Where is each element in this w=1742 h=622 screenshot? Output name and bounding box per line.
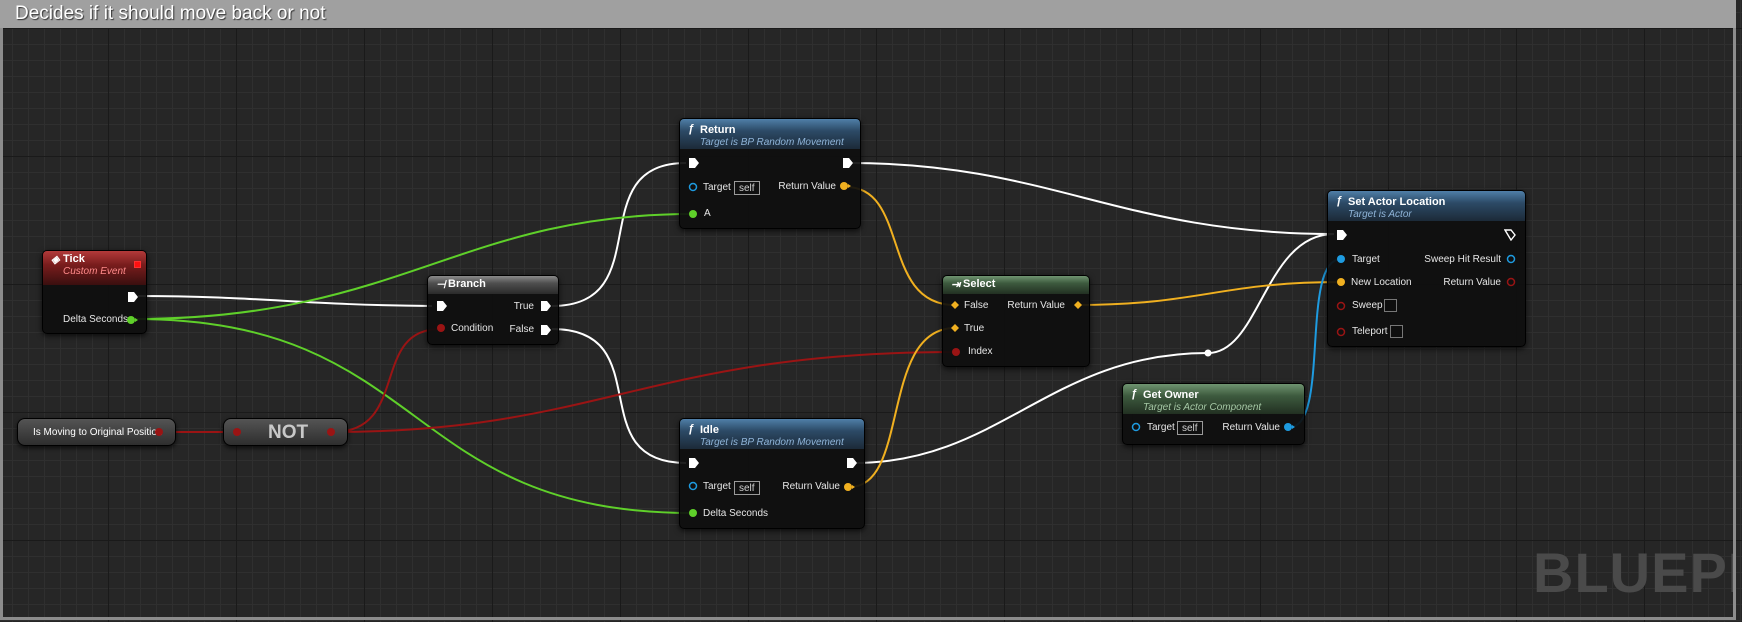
- target-pin[interactable]: [688, 481, 700, 493]
- false-exec-pin[interactable]: [540, 324, 552, 336]
- true-exec-pin[interactable]: [540, 300, 552, 312]
- sweep-hit-result-pin[interactable]: [1506, 254, 1518, 266]
- false-option-pin[interactable]: [950, 300, 962, 312]
- delta-seconds-pin[interactable]: [688, 508, 700, 520]
- branch-node[interactable]: ⊣ Branch Condition True False: [427, 275, 559, 345]
- exec-in-pin[interactable]: [688, 157, 700, 169]
- target-label: Target: [703, 182, 731, 193]
- target-label: Target: [703, 481, 731, 492]
- a-pin[interactable]: [688, 209, 700, 221]
- sweep-label: Sweep: [1352, 300, 1383, 311]
- teleport-checkbox[interactable]: [1390, 325, 1403, 338]
- function-icon: ƒ: [688, 123, 695, 135]
- condition-label: Condition: [451, 323, 494, 334]
- sweep-pin[interactable]: [1336, 301, 1348, 313]
- bool-out-pin[interactable]: [154, 427, 166, 439]
- return-value-pin[interactable]: [839, 181, 851, 193]
- true-option-pin[interactable]: [950, 323, 962, 335]
- is-moving-variable-node[interactable]: Is Moving to Original Position: [17, 418, 176, 446]
- exec-in-pin[interactable]: [1336, 229, 1348, 241]
- target-pin[interactable]: [688, 182, 700, 194]
- target-pin[interactable]: [1336, 254, 1348, 266]
- exec-out-pin[interactable]: [1504, 229, 1516, 241]
- bool-in-pin[interactable]: [232, 427, 244, 439]
- return-value-label: Return Value: [1443, 277, 1501, 288]
- reroute-knot: [1204, 349, 1212, 357]
- exec-wire: [551, 328, 687, 464]
- teleport-label: Teleport: [1352, 326, 1388, 337]
- function-icon: ƒ: [688, 423, 695, 435]
- return-value-pin[interactable]: [1073, 300, 1085, 312]
- target-label: Target: [1352, 254, 1380, 265]
- exec-in-pin[interactable]: [436, 300, 448, 312]
- vector-wire: [1076, 281, 1342, 306]
- new-location-label: New Location: [1351, 277, 1412, 288]
- sweep-checkbox[interactable]: [1384, 299, 1397, 312]
- select-node[interactable]: ⇥ Select False Return Value True Index: [942, 275, 1090, 367]
- tick-event-node[interactable]: ◈ Tick Custom Event Delta Seconds: [42, 250, 147, 334]
- select-icon: ⇥: [951, 279, 961, 291]
- return-value-pin[interactable]: [843, 482, 855, 494]
- false-label: False: [509, 324, 534, 335]
- not-label: NOT: [268, 422, 309, 443]
- delegate-pin[interactable]: [134, 261, 141, 268]
- target-self-field[interactable]: self: [734, 181, 760, 195]
- return-value-label: Return Value: [1007, 300, 1065, 311]
- index-label: Index: [968, 346, 993, 357]
- bool-out-pin[interactable]: [326, 427, 338, 439]
- delta-seconds-label: Delta Seconds: [703, 508, 769, 519]
- false-option-label: False: [964, 300, 989, 311]
- new-location-pin[interactable]: [1336, 277, 1348, 289]
- condition-pin[interactable]: [436, 323, 448, 335]
- a-label: A: [704, 208, 711, 219]
- event-icon: ◈: [51, 254, 60, 266]
- delta-seconds-pin[interactable]: [126, 315, 138, 327]
- variable-name: Is Moving to Original Position: [33, 427, 163, 438]
- exec-out-pin[interactable]: [127, 291, 139, 303]
- true-label: True: [513, 301, 534, 312]
- sweep-hit-result-label: Sweep Hit Result: [1424, 254, 1501, 265]
- return-value-label: Return Value: [1222, 422, 1280, 433]
- float-wire: [133, 318, 693, 514]
- set-actor-location-node[interactable]: ƒ Set Actor Location Target is Actor Tar…: [1327, 190, 1526, 347]
- not-node[interactable]: NOT: [223, 418, 348, 446]
- bool-wire: [332, 328, 441, 433]
- target-self-field[interactable]: self: [1177, 421, 1203, 435]
- target-label: Target: [1147, 422, 1175, 433]
- index-pin[interactable]: [951, 347, 963, 359]
- return-value-pin[interactable]: [1283, 422, 1295, 434]
- idle-function-node[interactable]: ƒ Idle Target is BP Random Movement Targ…: [679, 418, 865, 529]
- get-owner-node[interactable]: ƒ Get Owner Target is Actor Component Ta…: [1122, 383, 1305, 445]
- exec-in-pin[interactable]: [688, 457, 700, 469]
- target-self-field[interactable]: self: [734, 481, 760, 495]
- function-icon: ƒ: [1131, 388, 1138, 400]
- true-option-label: True: [964, 323, 985, 334]
- teleport-pin[interactable]: [1336, 327, 1348, 339]
- delta-seconds-label: Delta Seconds: [63, 314, 129, 325]
- branch-icon: ⊣: [436, 279, 446, 291]
- exec-out-pin[interactable]: [842, 157, 854, 169]
- target-pin[interactable]: [1131, 422, 1143, 434]
- blueprint-watermark: BLUEPR: [1533, 541, 1733, 604]
- return-function-node[interactable]: ƒ Return Target is BP Random Movement Ta…: [679, 118, 861, 229]
- function-icon: ƒ: [1336, 195, 1343, 207]
- exec-out-pin[interactable]: [846, 457, 858, 469]
- return-value-label: Return Value: [782, 481, 840, 492]
- float-wire: [133, 213, 693, 320]
- vector-wire: [845, 186, 956, 306]
- return-value-pin[interactable]: [1506, 277, 1518, 289]
- return-value-label: Return Value: [778, 181, 836, 192]
- exec-wire: [137, 295, 433, 307]
- exec-wire: [849, 162, 1335, 235]
- exec-wire: [551, 162, 687, 307]
